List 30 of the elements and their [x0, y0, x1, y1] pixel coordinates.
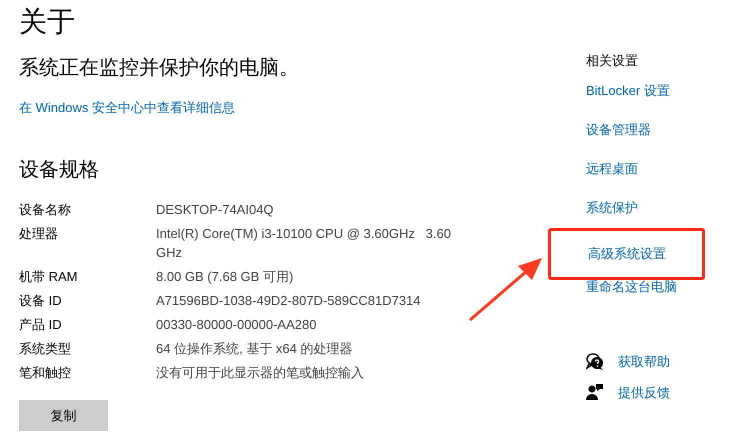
copy-button[interactable]: 复制	[19, 400, 108, 431]
settings-link[interactable]: 远程桌面	[586, 158, 638, 178]
settings-link[interactable]: 重命名这台电脑	[586, 276, 677, 296]
section-heading: 相关设置	[586, 52, 639, 70]
spec-label: 系统类型	[19, 340, 72, 358]
settings-link[interactable]: BitLocker 设置	[586, 80, 670, 100]
get-help-link[interactable]: 获取帮助	[618, 352, 670, 372]
spec-value: Intel(R) Core(TM) i3-10100 CPU @ 3.60GHz 3.60 GHz	[156, 225, 452, 262]
settings-link[interactable]: 高级系统设置	[588, 244, 666, 264]
feedback-link[interactable]: 提供反馈	[618, 382, 670, 402]
spec-value: 没有可用于此显示器的笔或触控输入	[156, 364, 365, 382]
spec-value: A71596BD-1038-49D2-807D-589CC81D7314	[156, 292, 422, 310]
help-chat-icon	[586, 352, 604, 371]
spec-label: 处理器	[19, 225, 59, 243]
spec-value: DESKTOP-74AI04Q	[156, 201, 275, 219]
spec-label: 产品 ID	[19, 316, 63, 334]
security-center-link[interactable]: 在 Windows 安全中心中查看详细信息	[19, 100, 235, 115]
section-heading: 设备规格	[19, 158, 100, 183]
settings-link[interactable]: 系统保护	[586, 198, 638, 218]
spec-value: 8.00 GB (7.68 GB 可用)	[156, 268, 294, 286]
spec-label: 笔和触控	[19, 364, 72, 382]
spec-value: 64 位操作系统, 基于 x64 的处理器	[156, 340, 354, 358]
spec-label: 设备 ID	[19, 292, 63, 310]
spec-label: 机带 RAM	[19, 268, 78, 286]
protection-status-text: 系统正在监控并保护你的电脑。	[19, 56, 300, 81]
settings-link[interactable]: 设备管理器	[586, 120, 651, 140]
page-title: 关于	[19, 5, 76, 39]
feedback-person-icon	[586, 383, 604, 402]
spec-value: 00330-80000-00000-AA280	[156, 316, 318, 334]
spec-label: 设备名称	[19, 201, 72, 219]
